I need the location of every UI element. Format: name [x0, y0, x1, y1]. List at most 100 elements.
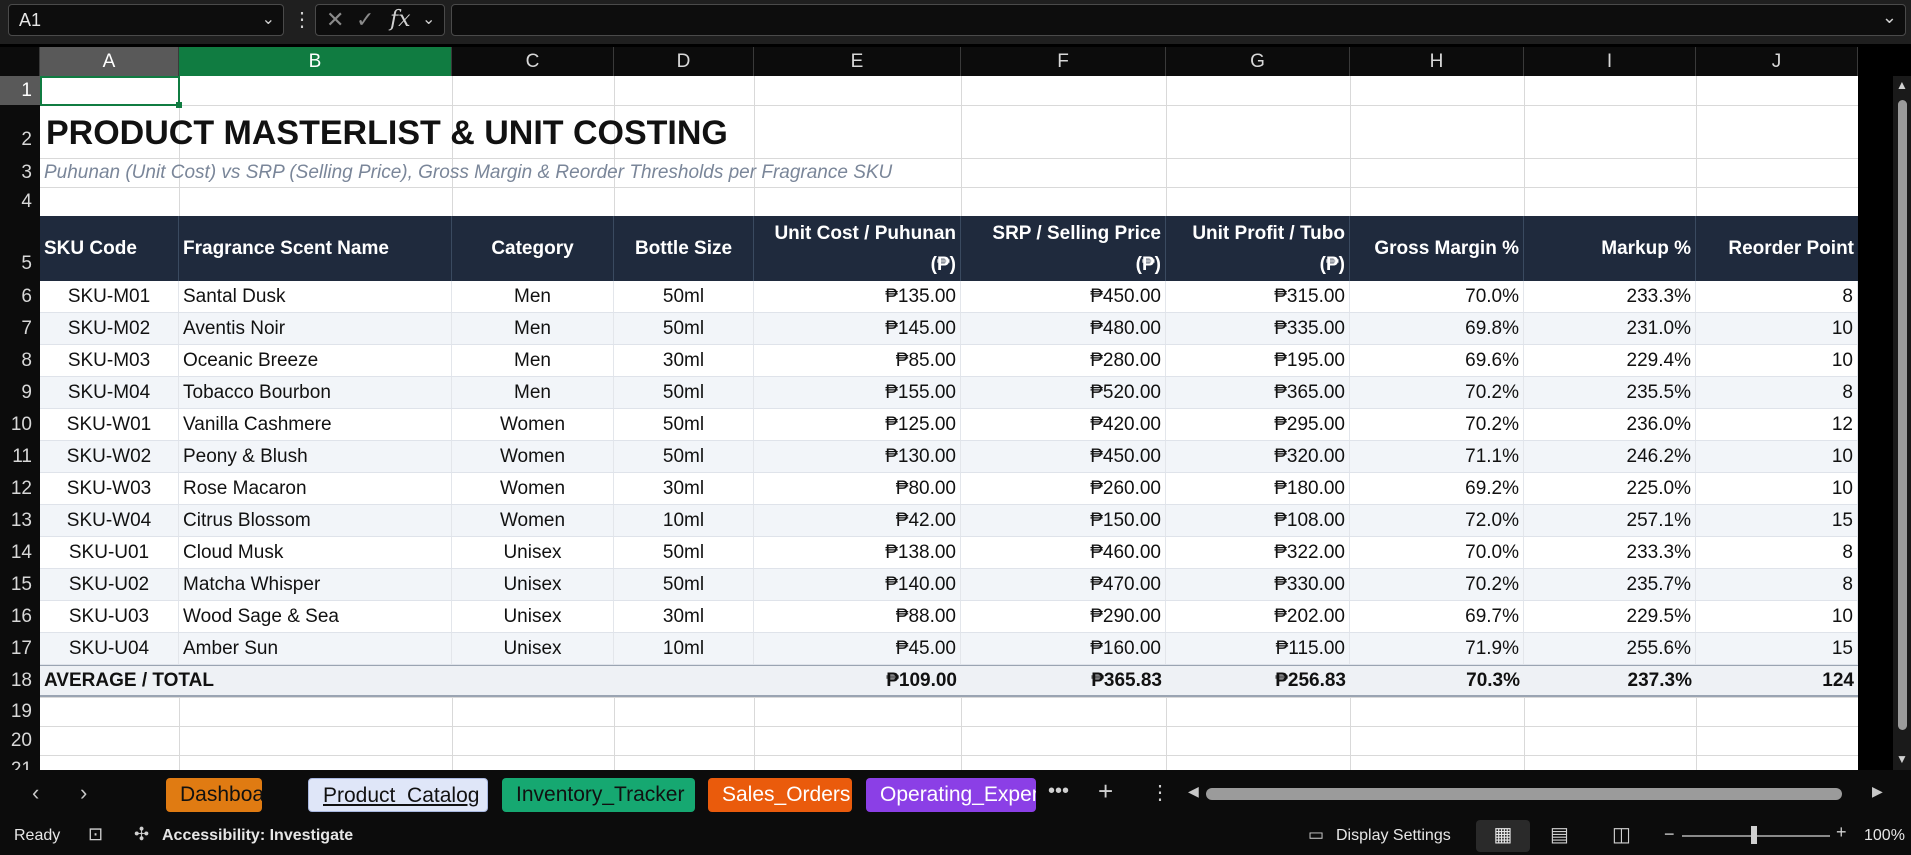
- column-header-i[interactable]: I: [1524, 47, 1696, 76]
- cell-unit-cost[interactable]: ₱138.00: [754, 537, 961, 568]
- cell-fragrance-name[interactable]: Santal Dusk: [179, 281, 452, 312]
- enter-icon[interactable]: ✓: [356, 5, 374, 35]
- cell-markup[interactable]: 257.1%: [1524, 505, 1696, 536]
- cell-fragrance-name[interactable]: Tobacco Bourbon: [179, 377, 452, 408]
- cell-fragrance-name[interactable]: Wood Sage & Sea: [179, 601, 452, 632]
- fill-handle[interactable]: [176, 102, 182, 108]
- cell-bottle-size[interactable]: 10ml: [614, 505, 754, 536]
- cell-unit-cost[interactable]: ₱42.00: [754, 505, 961, 536]
- cell-unit-cost[interactable]: ₱135.00: [754, 281, 961, 312]
- cell-unit-cost[interactable]: ₱80.00: [754, 473, 961, 504]
- display-settings-icon[interactable]: ▭: [1308, 825, 1324, 845]
- cell-gross-margin[interactable]: 69.8%: [1350, 313, 1524, 344]
- row-header[interactable]: 10: [0, 409, 40, 441]
- cell-gross-margin[interactable]: 71.9%: [1350, 633, 1524, 664]
- macro-recorder-icon[interactable]: ⊡: [88, 824, 103, 845]
- previous-sheet-icon[interactable]: ‹: [32, 780, 39, 806]
- cell-reorder-point[interactable]: 10: [1696, 601, 1858, 632]
- cell-category[interactable]: Men: [452, 345, 614, 376]
- zoom-out-icon[interactable]: −: [1664, 824, 1675, 845]
- cell-markup[interactable]: 229.5%: [1524, 601, 1696, 632]
- row-header[interactable]: 5: [0, 216, 40, 281]
- cell-srp[interactable]: ₱520.00: [961, 377, 1166, 408]
- cell-reorder-point[interactable]: 10: [1696, 441, 1858, 472]
- cell-fragrance-name[interactable]: Rose Macaron: [179, 473, 452, 504]
- cell-fragrance-name[interactable]: Oceanic Breeze: [179, 345, 452, 376]
- cell-reorder-point[interactable]: 8: [1696, 281, 1858, 312]
- cell-category[interactable]: Women: [452, 473, 614, 504]
- cell-gross-margin[interactable]: 69.7%: [1350, 601, 1524, 632]
- column-header-d[interactable]: D: [614, 47, 754, 76]
- cell-unit-cost[interactable]: ₱155.00: [754, 377, 961, 408]
- row-header[interactable]: 7: [0, 313, 40, 345]
- row-header[interactable]: 17: [0, 633, 40, 665]
- row-header[interactable]: 11: [0, 441, 40, 473]
- cell-reorder-point[interactable]: 12: [1696, 409, 1858, 440]
- worksheet-grid[interactable]: PRODUCT MASTERLIST & UNIT COSTING Puhuna…: [40, 76, 1858, 770]
- cell-unit-profit[interactable]: ₱315.00: [1166, 281, 1350, 312]
- page-layout-icon[interactable]: ▤: [1550, 822, 1569, 847]
- cell-reorder-point[interactable]: 15: [1696, 505, 1858, 536]
- zoom-level[interactable]: 100%: [1864, 827, 1905, 845]
- cell-sku[interactable]: SKU-M03: [40, 345, 179, 376]
- column-header-b[interactable]: B: [179, 47, 452, 76]
- column-header-g[interactable]: G: [1166, 47, 1350, 76]
- cell-fragrance-name[interactable]: Aventis Noir: [179, 313, 452, 344]
- row-header[interactable]: 19: [0, 697, 40, 726]
- row-header[interactable]: 21: [0, 755, 40, 770]
- cell-srp[interactable]: ₱470.00: [961, 569, 1166, 600]
- cell-gross-margin[interactable]: 70.2%: [1350, 409, 1524, 440]
- cell-sku[interactable]: SKU-U03: [40, 601, 179, 632]
- column-header-a[interactable]: A: [40, 47, 179, 76]
- cell-unit-profit[interactable]: ₱335.00: [1166, 313, 1350, 344]
- cell-reorder-point[interactable]: 10: [1696, 473, 1858, 504]
- row-header[interactable]: 13: [0, 505, 40, 537]
- cell-markup[interactable]: 255.6%: [1524, 633, 1696, 664]
- zoom-slider-thumb[interactable]: [1751, 826, 1757, 844]
- row-header[interactable]: 6: [0, 281, 40, 313]
- cell-srp[interactable]: ₱480.00: [961, 313, 1166, 344]
- scroll-left-icon[interactable]: ◀: [1188, 783, 1199, 800]
- column-header-h[interactable]: H: [1350, 47, 1524, 76]
- cell-sku[interactable]: SKU-M02: [40, 313, 179, 344]
- accessibility-status[interactable]: Accessibility: Investigate: [162, 827, 353, 845]
- cell-category[interactable]: Unisex: [452, 633, 614, 664]
- normal-view-icon[interactable]: ▦: [1476, 820, 1530, 852]
- cell-fragrance-name[interactable]: Cloud Musk: [179, 537, 452, 568]
- next-sheet-icon[interactable]: ›: [80, 780, 87, 806]
- display-settings[interactable]: Display Settings: [1336, 827, 1451, 845]
- cell-bottle-size[interactable]: 50ml: [614, 313, 754, 344]
- cell-category[interactable]: Men: [452, 281, 614, 312]
- cell-category[interactable]: Women: [452, 505, 614, 536]
- row-header[interactable]: 12: [0, 473, 40, 505]
- cell-category[interactable]: Men: [452, 377, 614, 408]
- cell-markup[interactable]: 235.5%: [1524, 377, 1696, 408]
- cell-bottle-size[interactable]: 30ml: [614, 473, 754, 504]
- chevron-down-icon[interactable]: ⌄: [422, 5, 435, 35]
- cell-unit-profit[interactable]: ₱320.00: [1166, 441, 1350, 472]
- cell-srp[interactable]: ₱280.00: [961, 345, 1166, 376]
- cell-markup[interactable]: 233.3%: [1524, 537, 1696, 568]
- page-break-icon[interactable]: ◫: [1612, 822, 1631, 847]
- formula-input[interactable]: ⌄: [451, 4, 1906, 36]
- column-header-e[interactable]: E: [754, 47, 961, 76]
- sheet-tab-sales-orders[interactable]: Sales_Orders: [708, 778, 852, 812]
- cell-reorder-point[interactable]: 8: [1696, 537, 1858, 568]
- vertical-scroll-thumb[interactable]: [1898, 100, 1907, 730]
- cell-gross-margin[interactable]: 69.6%: [1350, 345, 1524, 376]
- cell-srp[interactable]: ₱150.00: [961, 505, 1166, 536]
- cell-unit-profit[interactable]: ₱322.00: [1166, 537, 1350, 568]
- cell-markup[interactable]: 236.0%: [1524, 409, 1696, 440]
- row-header[interactable]: 14: [0, 537, 40, 569]
- cell-markup[interactable]: 235.7%: [1524, 569, 1696, 600]
- sheet-tab-product-catalog[interactable]: Product_Catalog: [308, 778, 488, 812]
- cell-gross-margin[interactable]: 70.0%: [1350, 537, 1524, 568]
- cell-srp[interactable]: ₱260.00: [961, 473, 1166, 504]
- cell-reorder-point[interactable]: 10: [1696, 345, 1858, 376]
- more-options-icon[interactable]: ⋮: [292, 6, 312, 34]
- cell-bottle-size[interactable]: 50ml: [614, 537, 754, 568]
- cell-unit-profit[interactable]: ₱202.00: [1166, 601, 1350, 632]
- cell-unit-profit[interactable]: ₱108.00: [1166, 505, 1350, 536]
- cell-bottle-size[interactable]: 30ml: [614, 601, 754, 632]
- selected-cell[interactable]: [40, 76, 180, 106]
